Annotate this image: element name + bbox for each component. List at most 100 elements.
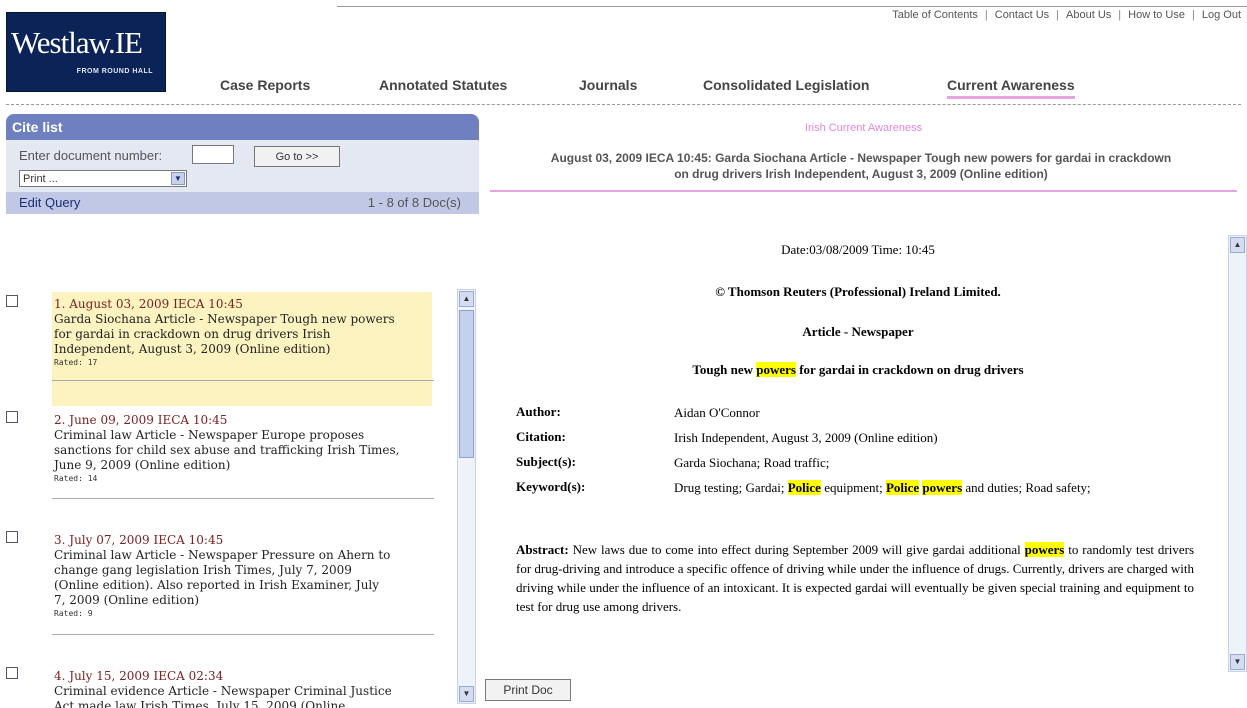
result-checkbox[interactable]	[6, 667, 18, 679]
link-table-of-contents[interactable]: Table of Contents	[892, 9, 978, 21]
result-title-line: Criminal law Article - Newspaper Europe …	[54, 428, 365, 442]
header-divider	[6, 104, 1241, 105]
result-rating: Rated: 17	[54, 358, 98, 367]
result-title-line: Act made law Irish Times, July 15, 2009 …	[54, 699, 346, 708]
link-how-to-use[interactable]: How to Use	[1128, 9, 1185, 21]
top-border-line	[337, 6, 1247, 7]
link-separator: |	[1118, 9, 1122, 21]
result-divider	[52, 498, 434, 499]
link-separator: |	[984, 9, 988, 21]
document-copyright: © Thomson Reuters (Professional) Ireland…	[715, 284, 1001, 299]
link-contact-us[interactable]: Contact Us	[995, 9, 1049, 21]
result-header[interactable]: 2. June 09, 2009 IECA 10:45	[54, 413, 430, 428]
cite-list-footer: Edit Query 1 - 8 of 8 Doc(s)	[6, 192, 479, 214]
headline-text: Tough new	[692, 362, 757, 377]
result-checkbox[interactable]	[6, 531, 18, 543]
result-divider	[52, 634, 434, 635]
tab-consolidated-legislation[interactable]: Consolidated Legislation	[703, 77, 869, 93]
citation-value: Irish Independent, August 3, 2009 (Onlin…	[674, 430, 938, 445]
section-label: Irish Current Awareness	[804, 122, 923, 134]
document-title: August 03, 2009 IECA 10:45: Garda Siocha…	[482, 150, 1240, 182]
print-select-value: Print ...	[23, 173, 58, 185]
logo-wordmark: Westlaw.IE	[11, 25, 143, 60]
result-divider	[52, 380, 434, 381]
title-underline	[490, 190, 1237, 192]
result-body[interactable]: 4. July 15, 2009 IECA 02:34 Criminal evi…	[52, 664, 432, 708]
logo-subtitle: FROM ROUND HALL	[76, 68, 153, 75]
author-value: Aidan O'Connor	[674, 405, 760, 420]
keyword-text: Drug testing; Gardai;	[674, 480, 788, 495]
document-scrollbar[interactable]: ▲ ▼	[1228, 235, 1247, 672]
headline-text: for gardai in crackdown on drug drivers	[795, 362, 1024, 377]
scroll-up-icon[interactable]: ▲	[1230, 237, 1245, 253]
results-list: 1. August 03, 2009 IECA 10:45 Garda Sioc…	[6, 288, 457, 708]
result-body[interactable]: 3. July 07, 2009 IECA 10:45 Criminal law…	[52, 528, 432, 618]
keyword-text: and duties; Road safety;	[962, 480, 1091, 495]
keywords-label: Keyword(s):	[516, 479, 586, 494]
document-abstract: Abstract: New laws due to come into effe…	[516, 540, 1194, 616]
abstract-label: Abstract:	[516, 542, 569, 557]
scrollbar-thumb[interactable]	[459, 310, 474, 458]
print-select[interactable]: Print ... ▼	[19, 170, 187, 187]
link-about-us[interactable]: About Us	[1066, 9, 1111, 21]
go-to-button[interactable]: Go to >>	[254, 146, 340, 167]
document-count: 1 - 8 of 8 Doc(s)	[367, 195, 461, 210]
result-title-line: for gardai in crackdown on drug drivers …	[54, 327, 331, 341]
result-title-line: Garda Siochana Article - Newspaper Tough…	[54, 312, 395, 326]
keyword-text: equipment;	[820, 480, 886, 495]
document-title-line: on drug drivers Irish Independent, Augus…	[674, 167, 1048, 181]
scroll-up-icon[interactable]: ▲	[459, 291, 474, 307]
result-title-line: 7, 2009 (Online edition)	[54, 593, 200, 607]
author-label: Author:	[516, 404, 561, 419]
print-doc-button[interactable]: Print Doc	[485, 679, 571, 701]
westlaw-logo[interactable]: Westlaw.IE FROM ROUND HALL	[6, 12, 166, 92]
result-title-line: Criminal law Article - Newspaper Pressur…	[54, 548, 391, 562]
result-body[interactable]: 1. August 03, 2009 IECA 10:45 Garda Sioc…	[52, 292, 432, 406]
subjects-value: Garda Siochana; Road traffic;	[674, 455, 830, 470]
tab-case-reports[interactable]: Case Reports	[220, 77, 310, 93]
chevron-down-icon[interactable]: ▼	[171, 172, 185, 185]
document-number-input[interactable]	[192, 145, 234, 164]
document-number-label: Enter document number:	[19, 148, 163, 163]
link-separator: |	[1192, 9, 1195, 21]
cite-list-panel: Cite list Enter document number: Go to >…	[6, 114, 479, 214]
results-scrollbar[interactable]: ▲ ▼	[457, 289, 476, 704]
tab-current-awareness[interactable]: Current Awareness	[947, 77, 1075, 99]
top-links: Table of Contents | Contact Us | About Us | Ho…	[892, 9, 1241, 21]
scroll-down-icon[interactable]: ▼	[459, 686, 474, 702]
search-term-highlight: Police	[787, 480, 821, 495]
document-headline: Tough new powers for gardai in crackdown…	[490, 362, 1226, 378]
search-term-highlight: powers	[922, 480, 963, 495]
search-term-highlight: powers	[1024, 542, 1065, 557]
result-title-line: sanctions for child sex abuse and traffi…	[54, 443, 400, 457]
result-title-line: change gang legislation Irish Times, Jul…	[54, 563, 352, 577]
document-type: Article - Newspaper	[802, 324, 914, 339]
keywords-value: Drug testing; Gardai; Police equipment; …	[674, 479, 1204, 497]
link-separator: |	[1056, 9, 1060, 21]
cite-list-title: Cite list	[6, 114, 479, 140]
scroll-down-icon[interactable]: ▼	[1230, 654, 1245, 670]
citation-label: Citation:	[516, 429, 566, 444]
result-checkbox[interactable]	[6, 295, 18, 307]
document-title-line: August 03, 2009 IECA 10:45: Garda Siocha…	[550, 151, 1172, 165]
tab-journals[interactable]: Journals	[579, 77, 637, 93]
result-header[interactable]: 1. August 03, 2009 IECA 10:45	[54, 297, 430, 312]
result-rating: Rated: 14	[54, 474, 98, 483]
result-checkbox[interactable]	[6, 411, 18, 423]
result-header[interactable]: 4. July 15, 2009 IECA 02:34	[54, 669, 430, 684]
subjects-label: Subject(s):	[516, 454, 576, 469]
document-body: Date:03/08/2009 Time: 10:45 © Thomson Re…	[490, 232, 1226, 672]
search-term-highlight: powers	[756, 362, 796, 377]
result-title-line: Independent, August 3, 2009 (Online edit…	[54, 342, 331, 356]
document-date: Date:03/08/2009 Time: 10:45	[781, 242, 935, 257]
edit-query-link[interactable]: Edit Query	[19, 192, 80, 214]
result-header[interactable]: 3. July 07, 2009 IECA 10:45	[54, 533, 430, 548]
result-title-line: June 9, 2009 (Online edition)	[54, 458, 231, 472]
tab-annotated-statutes[interactable]: Annotated Statutes	[379, 77, 507, 93]
result-title-line: (Online edition). Also reported in Irish…	[54, 578, 380, 592]
result-body[interactable]: 2. June 09, 2009 IECA 10:45 Criminal law…	[52, 408, 432, 483]
result-rating: Rated: 9	[54, 609, 93, 618]
result-title-line: Criminal evidence Article - Newspaper Cr…	[54, 684, 392, 698]
link-log-out[interactable]: Log Out	[1202, 9, 1241, 21]
search-term-highlight: Police	[885, 480, 920, 495]
